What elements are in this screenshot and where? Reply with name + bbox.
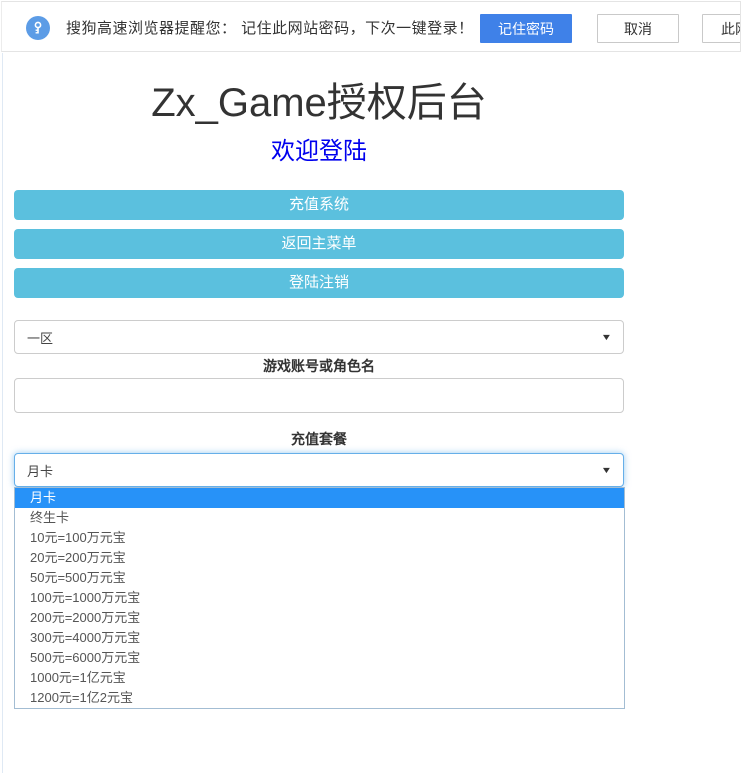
- key-icon: [26, 16, 50, 40]
- package-option[interactable]: 50元=500万元宝: [15, 568, 624, 588]
- zone-select[interactable]: 一区 ▼: [14, 320, 624, 354]
- never-remind-button[interactable]: 此网: [702, 14, 741, 43]
- back-to-main-menu-button[interactable]: 返回主菜单: [14, 229, 624, 259]
- cancel-button[interactable]: 取消: [597, 14, 679, 43]
- logout-button[interactable]: 登陆注销: [14, 268, 624, 298]
- package-option[interactable]: 20元=200万元宝: [15, 548, 624, 568]
- package-select[interactable]: 月卡 ▼: [14, 453, 624, 487]
- package-option[interactable]: 500元=6000万元宝: [15, 648, 624, 668]
- package-options-dropdown: 月卡终生卡10元=100万元宝20元=200万元宝50元=500万元宝100元=…: [14, 487, 625, 709]
- chevron-down-icon: ▼: [601, 465, 613, 475]
- account-input[interactable]: [14, 378, 624, 413]
- chevron-down-icon: ▼: [601, 332, 613, 342]
- browser-password-bar: 搜狗高速浏览器提醒您： 记住此网站密码，下次一键登录！ 记住密码 取消 此网: [1, 1, 741, 52]
- package-option[interactable]: 10元=100万元宝: [15, 528, 624, 548]
- package-option[interactable]: 1000元=1亿元宝: [15, 668, 624, 688]
- password-prompt-text: 搜狗高速浏览器提醒您： 记住此网站密码，下次一键登录！: [66, 2, 474, 52]
- remember-password-button[interactable]: 记住密码: [480, 14, 572, 43]
- package-option[interactable]: 300元=4000万元宝: [15, 628, 624, 648]
- zone-select-value: 一区: [27, 328, 53, 347]
- package-select-value: 月卡: [27, 461, 53, 480]
- package-option[interactable]: 终生卡: [15, 508, 624, 528]
- page-title: Zx_Game授权后台: [14, 70, 624, 128]
- package-label: 充值套餐: [14, 429, 624, 449]
- welcome-login-link[interactable]: 欢迎登陆: [14, 131, 624, 166]
- recharge-system-button[interactable]: 充值系统: [14, 190, 624, 220]
- package-option[interactable]: 1200元=1亿2元宝: [15, 688, 624, 708]
- window-edge-line: [2, 53, 3, 773]
- package-option[interactable]: 100元=1000万元宝: [15, 588, 624, 608]
- package-option[interactable]: 月卡: [15, 488, 624, 508]
- account-label: 游戏账号或角色名: [14, 356, 624, 376]
- package-option[interactable]: 200元=2000万元宝: [15, 608, 624, 628]
